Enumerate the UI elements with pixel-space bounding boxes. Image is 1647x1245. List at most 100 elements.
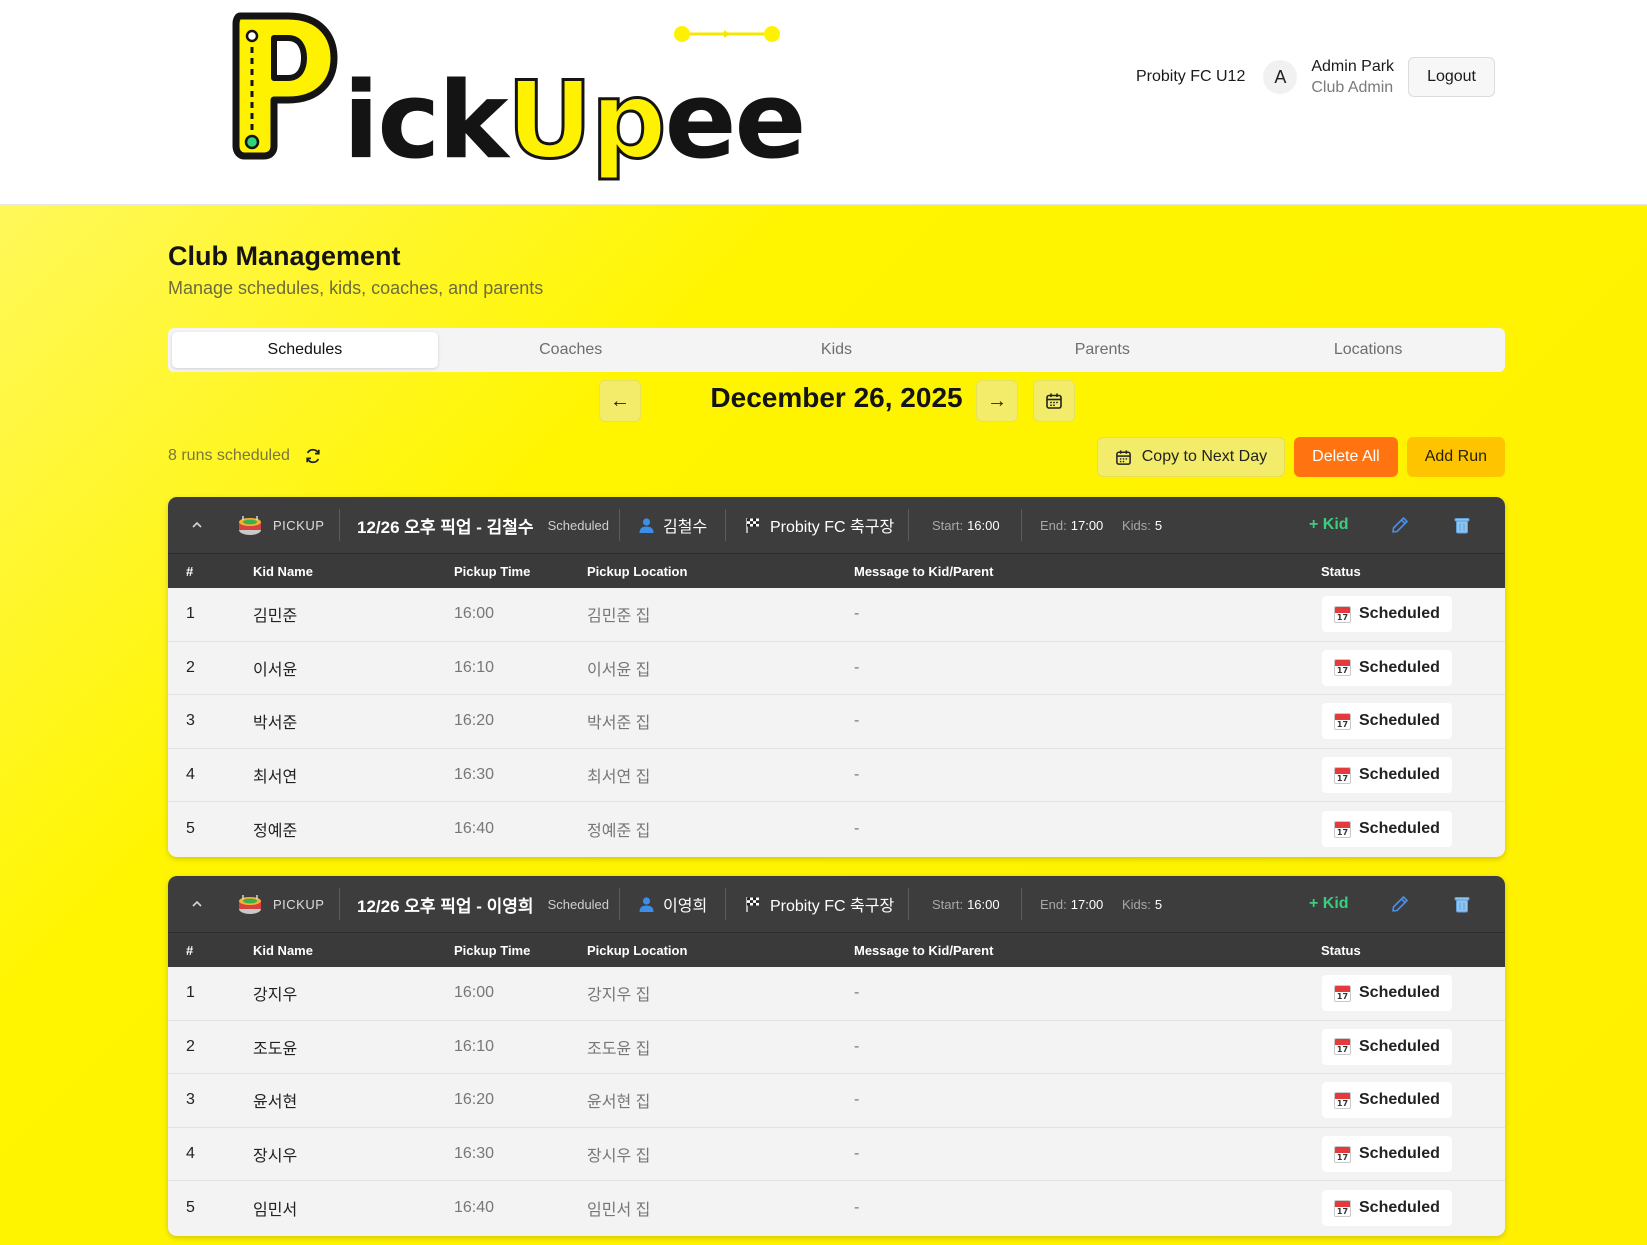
refresh-icon[interactable] bbox=[304, 447, 322, 465]
run-header: PICKUP 12/26 오후 픽업 - 이영희 Scheduled 이영희 P… bbox=[168, 876, 1505, 932]
row-status: Scheduled bbox=[1322, 1021, 1452, 1074]
logout-button[interactable]: Logout bbox=[1408, 57, 1495, 97]
table-row[interactable]: 3 윤서현 16:20 윤서현 집 - Scheduled bbox=[168, 1074, 1505, 1128]
trash-icon bbox=[1454, 518, 1470, 534]
kids-label: Kids: bbox=[1122, 517, 1151, 533]
status-badge[interactable]: Scheduled bbox=[1322, 811, 1452, 848]
add-run-button[interactable]: Add Run bbox=[1406, 437, 1505, 477]
row-number: 5 bbox=[186, 820, 195, 838]
column-header-pickup-time: Pickup Time bbox=[454, 564, 531, 579]
prev-day-button[interactable]: ← bbox=[599, 380, 641, 422]
logo-p-route-icon bbox=[232, 12, 338, 160]
run-title[interactable]: 12/26 오후 픽업 - 김철수 Scheduled bbox=[357, 497, 609, 553]
status-label: Scheduled bbox=[1359, 1145, 1440, 1163]
status-badge[interactable]: Scheduled bbox=[1322, 1136, 1452, 1173]
pickup-location: 장시우 집 bbox=[587, 1148, 651, 1166]
table-row[interactable]: 5 정예준 16:40 정예준 집 - Scheduled bbox=[168, 802, 1505, 856]
tab-parents[interactable]: Parents bbox=[969, 332, 1235, 368]
start-label: Start: bbox=[932, 896, 964, 912]
run-title-label: 12/26 오후 픽업 - 이영희 bbox=[357, 896, 534, 916]
header-divider bbox=[725, 509, 726, 541]
status-badge[interactable]: Scheduled bbox=[1322, 975, 1452, 1012]
table-header: # Kid Name Pickup Time Pickup Location M… bbox=[168, 553, 1505, 588]
delete-run-button[interactable] bbox=[1452, 876, 1472, 932]
header-divider bbox=[725, 888, 726, 920]
status-badge[interactable]: Scheduled bbox=[1322, 1028, 1452, 1065]
run-title[interactable]: 12/26 오후 픽업 - 이영희 Scheduled bbox=[357, 876, 609, 932]
copy-to-next-day-button[interactable]: Copy to Next Day bbox=[1096, 437, 1286, 477]
header-divider bbox=[619, 888, 620, 920]
column-header-num: # bbox=[186, 564, 194, 579]
delete-all-button[interactable]: Delete All bbox=[1294, 437, 1398, 477]
schedule-toolbar: 8 runs scheduled Copy to Next Day Delete… bbox=[168, 437, 1505, 477]
row-status: Scheduled bbox=[1322, 749, 1452, 802]
status-label: Scheduled bbox=[1359, 984, 1440, 1002]
table-row[interactable]: 3 박서준 16:20 박서준 집 - Scheduled bbox=[168, 695, 1505, 749]
pickup-time: 16:00 bbox=[454, 984, 495, 1002]
add-kid-button[interactable]: + Kid bbox=[1309, 497, 1349, 553]
person-icon bbox=[639, 896, 654, 912]
run-title-label: 12/26 오후 픽업 - 김철수 bbox=[357, 517, 534, 537]
kid-name: 장시우 bbox=[253, 1148, 298, 1166]
header-divider bbox=[339, 509, 340, 541]
tab-locations[interactable]: Locations bbox=[1235, 332, 1501, 368]
column-header-kid-name: Kid Name bbox=[253, 943, 313, 958]
kids-count: 5 bbox=[1154, 517, 1163, 533]
pickupee-logo[interactable]: ickUpee bbox=[228, 6, 806, 186]
stadium-icon bbox=[239, 516, 261, 535]
calendar-picker-button[interactable] bbox=[1033, 380, 1075, 422]
table-row[interactable]: 5 임민서 16:40 임민서 집 - Scheduled bbox=[168, 1181, 1505, 1235]
message: - bbox=[854, 820, 860, 838]
message: - bbox=[854, 766, 860, 784]
run-header: PICKUP 12/26 오후 픽업 - 김철수 Scheduled 김철수 P… bbox=[168, 497, 1505, 553]
page-subtitle: Manage schedules, kids, coaches, and par… bbox=[168, 278, 544, 298]
status-badge[interactable]: Scheduled bbox=[1322, 703, 1452, 740]
next-day-button[interactable]: → bbox=[976, 380, 1018, 422]
collapse-chevron-icon[interactable] bbox=[190, 876, 204, 932]
logo-route-dots-icon bbox=[674, 26, 780, 42]
pickup-location: 윤서현 집 bbox=[587, 1094, 651, 1112]
status-badge[interactable]: Scheduled bbox=[1322, 1190, 1452, 1227]
status-badge[interactable]: Scheduled bbox=[1322, 649, 1452, 686]
calendar-emoji-icon bbox=[1334, 984, 1351, 1002]
header-divider bbox=[1021, 888, 1022, 920]
table-row[interactable]: 2 조도윤 16:10 조도윤 집 - Scheduled bbox=[168, 1020, 1505, 1075]
table-row[interactable]: 4 장시우 16:30 장시우 집 - Scheduled bbox=[168, 1127, 1505, 1182]
status-badge[interactable]: Scheduled bbox=[1322, 757, 1452, 794]
start-label: Start: bbox=[932, 517, 964, 533]
stadium-icon bbox=[239, 895, 261, 914]
calendar-emoji-icon bbox=[1334, 1038, 1351, 1056]
pickup-location: 최서연 집 bbox=[587, 769, 651, 787]
pencil-icon bbox=[1392, 896, 1408, 912]
status-badge[interactable]: Scheduled bbox=[1322, 1082, 1452, 1119]
header-divider bbox=[908, 888, 909, 920]
status-label: Scheduled bbox=[1359, 658, 1440, 676]
end-label: End: bbox=[1040, 896, 1067, 912]
pickup-location: 조도윤 집 bbox=[587, 1040, 651, 1058]
edit-run-button[interactable] bbox=[1390, 497, 1410, 553]
kid-name: 임민서 bbox=[253, 1202, 298, 1220]
table-row[interactable]: 1 김민준 16:00 김민준 집 - Scheduled bbox=[168, 588, 1505, 642]
end-label: End: bbox=[1040, 517, 1067, 533]
tab-schedules[interactable]: Schedules bbox=[172, 332, 438, 368]
tab-kids[interactable]: Kids bbox=[704, 332, 970, 368]
kid-name: 조도윤 bbox=[253, 1040, 298, 1058]
table-row[interactable]: 1 강지우 16:00 강지우 집 - Scheduled bbox=[168, 967, 1505, 1021]
header-divider bbox=[339, 888, 340, 920]
edit-run-button[interactable] bbox=[1390, 876, 1410, 932]
collapse-chevron-icon[interactable] bbox=[190, 497, 204, 553]
table-row[interactable]: 4 최서연 16:30 최서연 집 - Scheduled bbox=[168, 748, 1505, 803]
copy-to-next-day-label: Copy to Next Day bbox=[1141, 448, 1268, 465]
add-kid-button[interactable]: + Kid bbox=[1309, 876, 1349, 932]
avatar[interactable]: A bbox=[1263, 60, 1298, 94]
calendar-emoji-icon bbox=[1334, 766, 1351, 784]
row-status: Scheduled bbox=[1322, 588, 1452, 641]
status-badge[interactable]: Scheduled bbox=[1322, 596, 1452, 633]
pickup-time: 16:20 bbox=[454, 1091, 495, 1109]
delete-run-button[interactable] bbox=[1452, 497, 1472, 553]
run-start: Start: 16:00 bbox=[932, 876, 1000, 932]
tab-coaches[interactable]: Coaches bbox=[438, 332, 704, 368]
table-row[interactable]: 2 이서윤 16:10 이서윤 집 - Scheduled bbox=[168, 641, 1505, 696]
run-status-label: Scheduled bbox=[547, 896, 610, 912]
message: - bbox=[854, 605, 860, 623]
